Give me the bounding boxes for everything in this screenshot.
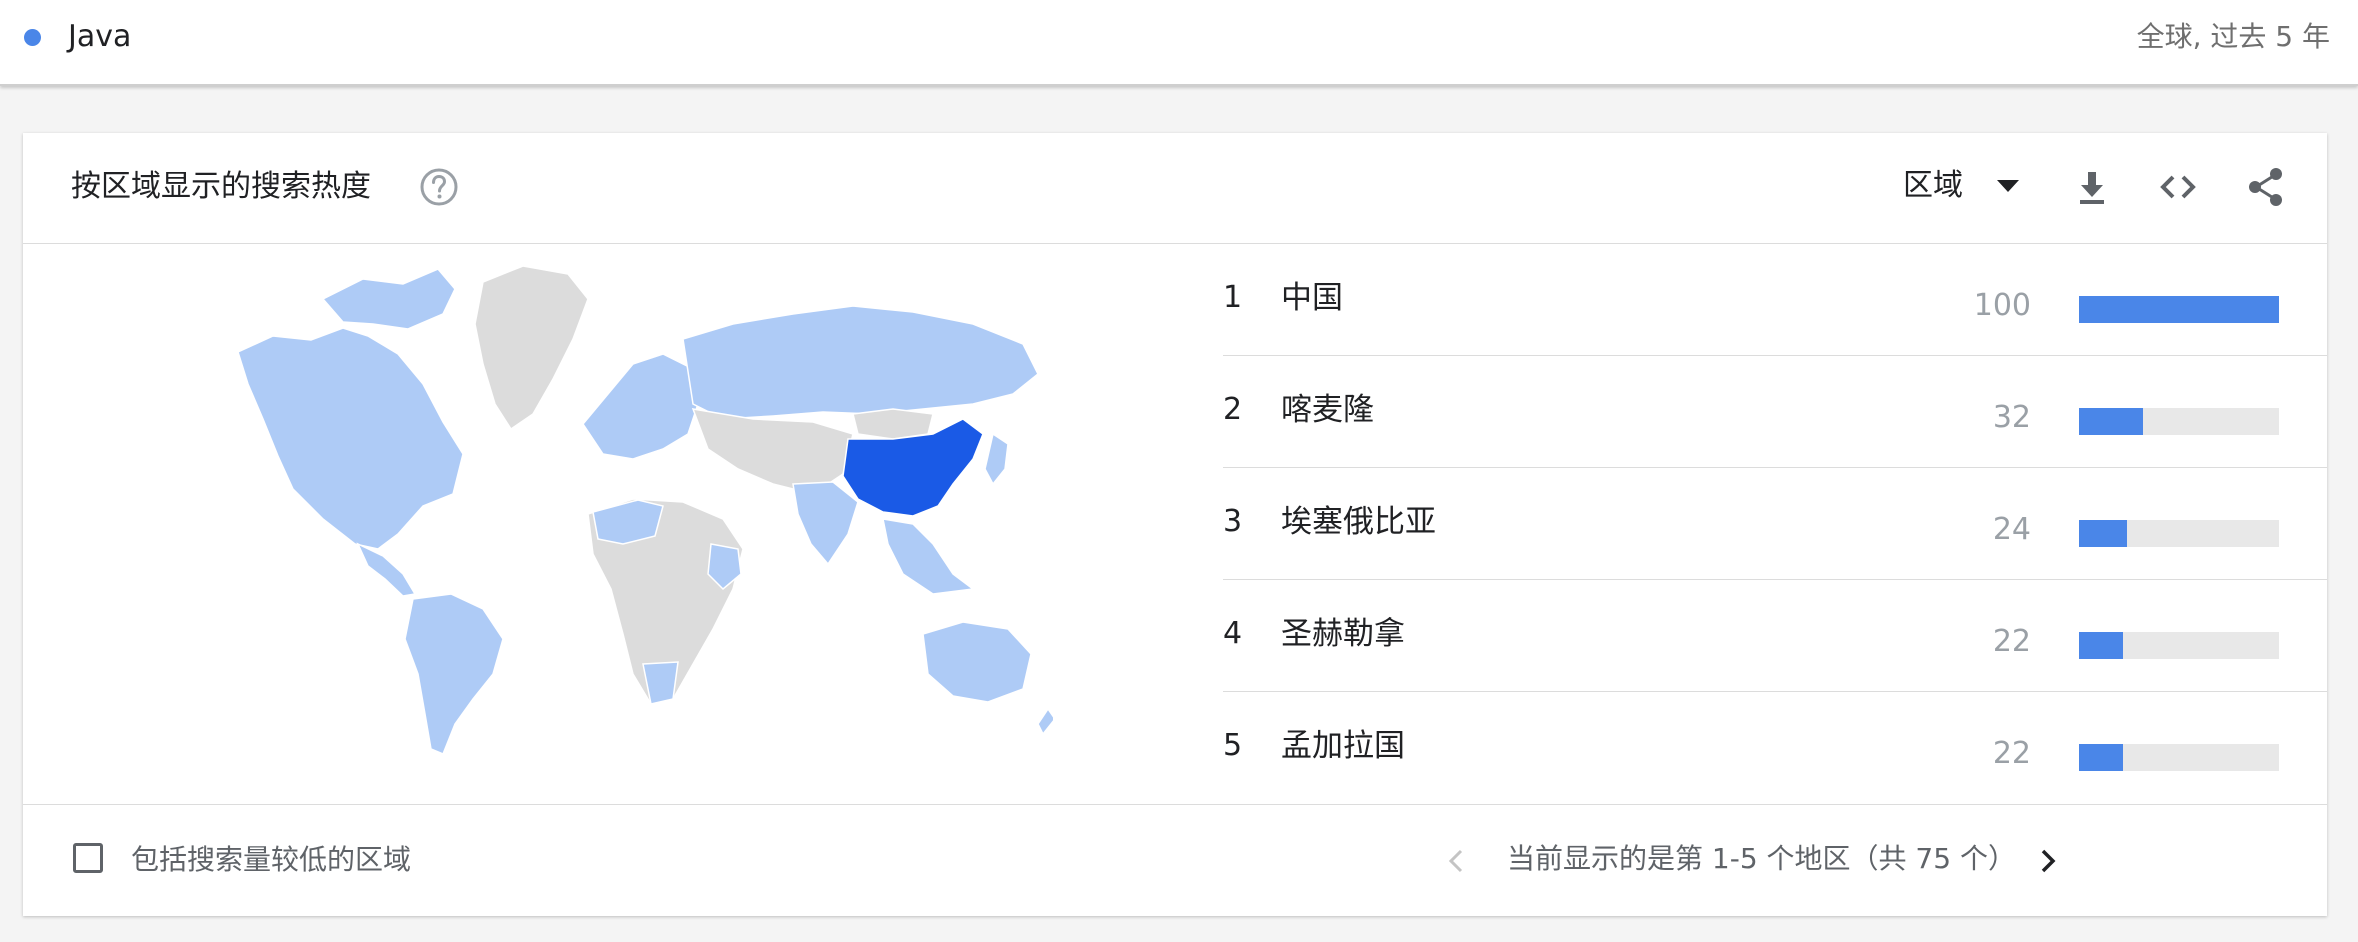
map-greenland (474, 265, 589, 431)
interest-bar (2079, 744, 2279, 771)
term-label: Java (68, 19, 132, 54)
interest-bar-fill (2079, 632, 2123, 659)
interest-bar-fill (2079, 520, 2127, 547)
interest-value: 22 (1992, 624, 2031, 659)
rank-number: 1 (1223, 280, 1243, 315)
map-central-america (356, 542, 417, 597)
interest-bar (2079, 296, 2279, 323)
download-icon[interactable] (2068, 163, 2116, 211)
region-dropdown-label: 区域 (1903, 168, 1963, 203)
rank-number: 3 (1223, 504, 1243, 539)
pagination-status: 当前显示的是第 1-5 个地区（共 75 个） (1507, 842, 2016, 875)
region-name: 埃塞俄比亚 (1281, 504, 1436, 540)
region-name: 喀麦隆 (1281, 392, 1374, 428)
map-europe (582, 353, 699, 460)
chevron-right-icon[interactable] (2033, 843, 2063, 879)
interest-bar (2079, 632, 2279, 659)
interest-value: 22 (1992, 736, 2031, 771)
ranking-row[interactable]: 2 喀麦隆 32 (1223, 356, 2327, 468)
rank-number: 2 (1223, 392, 1243, 427)
map-australia (922, 621, 1032, 703)
rank-number: 4 (1223, 616, 1243, 651)
interest-value: 24 (1992, 512, 2031, 547)
map-southeast-asia (882, 518, 975, 595)
interest-bar-fill (2079, 296, 2279, 323)
region-ranking-list: 1 中国 100 2 喀麦隆 32 3 埃塞俄比亚 24 4 圣赫勒拿 22 5… (1223, 244, 2327, 804)
interest-by-region-card: 按区域显示的搜索热度 区域 1 中国 100 2 喀麦隆 32 3 埃塞俄比亚 … (23, 133, 2327, 916)
map-japan (984, 432, 1009, 486)
map-south-america (404, 593, 504, 755)
map-canadian-arctic (321, 268, 456, 330)
share-icon[interactable] (2242, 163, 2290, 211)
help-circle-icon[interactable] (415, 163, 463, 211)
interest-bar-fill (2079, 744, 2123, 771)
map-mongolia (852, 408, 934, 440)
ranking-row[interactable]: 3 埃塞俄比亚 24 (1223, 468, 2327, 580)
interest-value: 100 (1973, 288, 2031, 323)
interest-value: 32 (1992, 400, 2031, 435)
interest-bar-fill (2079, 408, 2143, 435)
rank-number: 5 (1223, 728, 1243, 763)
region-dropdown[interactable]: 区域 (1903, 163, 2019, 209)
ranking-row[interactable]: 1 中国 100 (1223, 244, 2327, 356)
chevron-left-icon[interactable] (1441, 843, 1471, 879)
series-color-dot (24, 29, 41, 46)
interest-bar (2079, 520, 2279, 547)
map-india (792, 481, 859, 566)
caret-down-icon (1997, 180, 2019, 192)
map-north-america (237, 327, 464, 550)
map-central-asia (691, 408, 854, 495)
term-bar: Java 全球, 过去 5 年 (0, 0, 2358, 86)
region-name: 圣赫勒拿 (1281, 616, 1405, 652)
map-new-zealand (1037, 707, 1053, 736)
card-header: 按区域显示的搜索热度 区域 (23, 133, 2327, 244)
embed-code-icon[interactable] (2154, 163, 2202, 211)
include-low-volume-checkbox[interactable] (73, 843, 103, 873)
ranking-row[interactable]: 5 孟加拉国 22 (1223, 692, 2327, 804)
map-area (23, 244, 1203, 804)
map-russia (682, 305, 1039, 420)
world-map[interactable] (193, 244, 1053, 764)
region-name: 中国 (1281, 280, 1343, 316)
ranking-row[interactable]: 4 圣赫勒拿 22 (1223, 580, 2327, 692)
card-footer: 包括搜索量较低的区域 当前显示的是第 1-5 个地区（共 75 个） (23, 804, 2327, 917)
include-low-volume-label[interactable]: 包括搜索量较低的区域 (131, 840, 411, 880)
card-title: 按区域显示的搜索热度 (71, 169, 371, 204)
term-scope: 全球, 过去 5 年 (2136, 20, 2330, 53)
region-name: 孟加拉国 (1281, 728, 1405, 764)
interest-bar (2079, 408, 2279, 435)
